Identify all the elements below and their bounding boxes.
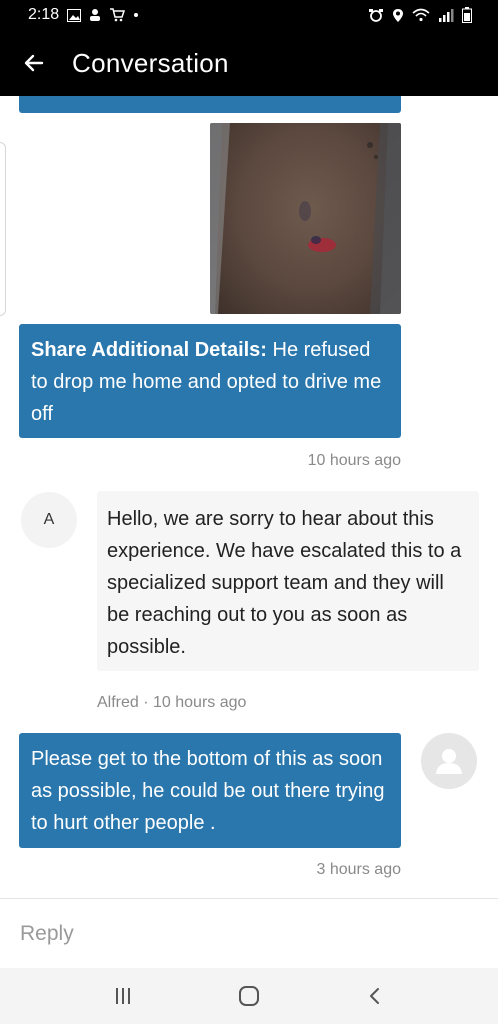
reply-bar [0, 898, 498, 968]
agent-message-meta: Alfred · 10 hours ago [97, 694, 247, 711]
recent-apps-button[interactable] [99, 972, 147, 1020]
dot-icon [133, 12, 139, 18]
attached-photo[interactable] [210, 123, 401, 314]
message-label: Share Additional Details: [31, 339, 267, 361]
cart-icon [109, 8, 126, 22]
message-timestamp: 10 hours ago [307, 452, 401, 469]
recent-apps-icon [116, 988, 130, 1004]
agent-avatar: A [21, 492, 77, 548]
notification-icon [89, 8, 101, 22]
user-avatar-icon [436, 749, 462, 774]
message-text: Please get to the bottom of this as soon… [31, 748, 385, 834]
user-avatar [421, 733, 477, 789]
status-bar: 2:18 [0, 0, 498, 30]
status-time: 2:18 [28, 6, 60, 23]
scroll-edge-indicator [0, 142, 6, 316]
app-bar: Conversation [0, 30, 498, 96]
status-right [368, 7, 472, 23]
message-timestamp: 3 hours ago [316, 861, 401, 878]
back-button[interactable] [10, 39, 58, 87]
alarm-icon [368, 8, 384, 22]
wifi-icon [412, 8, 430, 22]
battery-icon [462, 7, 472, 23]
reply-input[interactable] [20, 921, 460, 946]
conversation-thread[interactable]: Share Additional Details: He refused to … [0, 96, 498, 898]
page-title: Conversation [72, 47, 229, 78]
agent-message-bubble: Hello, we are sorry to hear about this e… [97, 491, 479, 671]
photo-image [210, 123, 401, 314]
gallery-icon [67, 8, 82, 22]
user-message-bubble: Please get to the bottom of this as soon… [19, 733, 401, 848]
arrow-left-icon [24, 54, 44, 72]
status-left: 2:18 [28, 6, 139, 24]
back-icon [370, 988, 379, 1004]
home-button[interactable] [225, 972, 273, 1020]
system-nav-bar [0, 968, 498, 1024]
home-icon [239, 986, 259, 1006]
user-message-bubble: Share Additional Details: He refused to … [19, 324, 401, 438]
agent-message-text: Hello, we are sorry to hear about this e… [107, 508, 462, 658]
previous-message-bubble [19, 96, 401, 113]
nav-back-button[interactable] [351, 972, 399, 1020]
signal-icon [438, 8, 454, 22]
location-icon [392, 8, 404, 23]
agent-avatar-initial: A [43, 511, 55, 528]
